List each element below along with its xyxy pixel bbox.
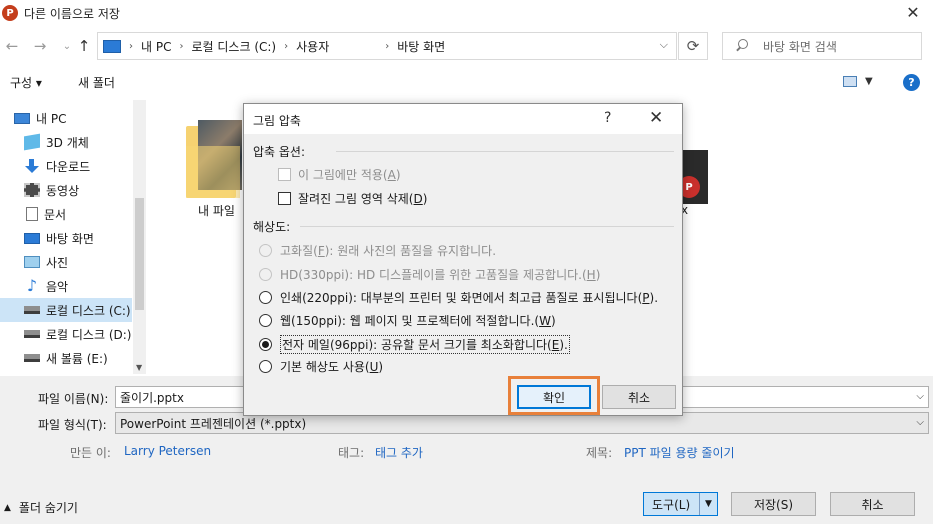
chevron-up-icon: ▲ <box>4 502 11 513</box>
address-bar[interactable]: › 내 PC › 로컬 디스크 (C:) › 사용자 › 바탕 화면 ⌵ <box>97 32 677 60</box>
scrollbar-thumb[interactable] <box>135 198 144 310</box>
radio-high-fidelity[interactable]: 고화질(F): 원래 사진의 품질을 유지합니다. <box>259 242 496 259</box>
drive-icon <box>24 330 40 338</box>
radio-hd-330ppi[interactable]: HD(330ppi): HD 디스플레이를 위한 고품질을 제공합니다.(H) <box>259 266 600 283</box>
title-bar: P 다른 이름으로 저장 ✕ <box>0 0 933 26</box>
radio-web-150ppi[interactable]: 웹(150ppi): 웹 페이지 및 프로젝터에 적절합니다.(W) <box>259 312 556 329</box>
sidebar-item-pc[interactable]: 내 PC <box>0 106 132 130</box>
window-title: 다른 이름으로 저장 <box>24 6 120 21</box>
download-icon <box>24 159 40 173</box>
3d-objects-icon <box>24 133 40 151</box>
author-value[interactable]: Larry Petersen <box>124 444 211 458</box>
sidebar-scrollbar[interactable]: ▼ <box>133 100 146 374</box>
navigation-pane: 내 PC 3D 개체 다운로드 동영상 문서 바탕 화면 사진 ♪ 음악 로컬 … <box>0 100 146 374</box>
window-close-button[interactable]: ✕ <box>901 2 925 22</box>
hide-folders-toggle[interactable]: ▲ 폴더 숨기기 <box>4 499 78 516</box>
chevron-down-icon[interactable]: ⌵ <box>916 417 924 428</box>
sidebar-item-desktop[interactable]: 바탕 화면 <box>0 226 132 250</box>
breadcrumb-users[interactable]: 사용자 <box>296 38 329 55</box>
author-label: 만든 이: <box>70 446 111 460</box>
powerpoint-icon: P <box>2 5 18 21</box>
breadcrumb-desktop[interactable]: 바탕 화면 <box>397 38 445 55</box>
pc-icon <box>14 112 30 124</box>
compress-pictures-dialog: 그림 압축 ? ✕ 압축 옵션: 이 그림에만 적용(A) 잘려진 그림 영역 … <box>243 103 683 416</box>
scroll-down-icon[interactable]: ▼ <box>136 363 142 372</box>
filename-label: 파일 이름(N): <box>38 392 109 406</box>
title-label: 제목: <box>586 446 613 460</box>
chevron-down-icon[interactable]: ▼ <box>699 493 717 515</box>
checkbox <box>278 168 291 181</box>
pc-icon <box>103 39 121 53</box>
organize-button[interactable]: 구성 ▾ <box>10 74 42 91</box>
sidebar-item-drive-e[interactable]: 새 볼륨 (E:) <box>0 346 132 370</box>
radio-default-resolution[interactable]: 기본 해상도 사용(U) <box>259 358 383 375</box>
dialog-title: 그림 압축 <box>253 114 301 128</box>
pictures-icon <box>24 256 40 268</box>
title-value[interactable]: PPT 파일 용량 줄이기 <box>624 444 735 461</box>
sidebar-item-videos[interactable]: 동영상 <box>0 178 132 202</box>
toolbar: 구성 ▾ 새 폴더 ▼ ? <box>0 68 933 98</box>
cancel-button[interactable]: 취소 <box>830 492 915 516</box>
folder-thumbnail[interactable] <box>186 118 246 198</box>
tools-button[interactable]: 도구(L) ▼ <box>643 492 718 516</box>
dialog-title-bar: 그림 압축 ? ✕ <box>244 104 682 134</box>
sidebar-item-documents[interactable]: 문서 <box>0 202 132 226</box>
forward-arrow-icon[interactable]: → <box>30 36 50 56</box>
navigation-bar: ← → ⌄ ↑ › 내 PC › 로컬 디스크 (C:) › 사용자 › 바탕 … <box>0 30 933 62</box>
search-input[interactable]: 바탕 화면 검색 <box>722 32 922 60</box>
drive-icon <box>24 354 40 362</box>
refresh-button[interactable]: ⟳ <box>678 32 708 60</box>
save-button[interactable]: 저장(S) <box>731 492 816 516</box>
resolution-group-title: 해상도: <box>253 220 291 234</box>
tags-label: 태그: <box>338 446 365 460</box>
dialog-cancel-button[interactable]: 취소 <box>602 385 676 409</box>
sidebar-item-drive-c[interactable]: 로컬 디스크 (C:) <box>0 298 132 322</box>
tags-value[interactable]: 태그 추가 <box>375 444 423 461</box>
chevron-down-icon[interactable]: ⌵ <box>916 391 924 402</box>
breadcrumb-drive[interactable]: 로컬 디스크 (C:) <box>191 38 276 55</box>
breadcrumb-pc[interactable]: 내 PC <box>141 38 171 55</box>
delete-cropped-areas-checkbox[interactable]: 잘려진 그림 영역 삭제(D) <box>278 190 427 207</box>
search-icon <box>735 39 749 53</box>
view-chevron-down-icon[interactable]: ▼ <box>865 76 873 87</box>
radio-email-96ppi[interactable]: 전자 메일(96ppi): 공유할 문서 크기를 최소화합니다(E). <box>259 335 570 354</box>
video-icon <box>24 183 40 197</box>
help-icon[interactable]: ? <box>903 74 920 91</box>
sidebar-item-downloads[interactable]: 다운로드 <box>0 154 132 178</box>
dialog-close-icon[interactable]: ✕ <box>649 108 663 128</box>
new-folder-button[interactable]: 새 폴더 <box>78 74 115 91</box>
search-placeholder: 바탕 화면 검색 <box>763 39 837 54</box>
chevron-down-icon[interactable]: ⌵ <box>660 38 668 52</box>
filetype-label: 파일 형식(T): <box>38 418 107 432</box>
sidebar-item-music[interactable]: ♪ 음악 <box>0 274 132 298</box>
document-icon <box>26 207 38 221</box>
view-options-icon[interactable] <box>843 76 857 87</box>
sidebar-item-3d-objects[interactable]: 3D 개체 <box>0 130 132 154</box>
compress-options-group-title: 압축 옵션: <box>253 145 306 159</box>
ok-button[interactable]: 확인 <box>517 385 591 409</box>
desktop-icon <box>24 232 40 244</box>
radio-print-220ppi[interactable]: 인쇄(220ppi): 대부분의 프린터 및 화면에서 최고급 품질로 표시됩니… <box>259 289 658 306</box>
sidebar-item-pictures[interactable]: 사진 <box>0 250 132 274</box>
drive-icon <box>24 306 40 314</box>
apply-only-this-checkbox[interactable]: 이 그림에만 적용(A) <box>278 166 401 183</box>
up-arrow-icon[interactable]: ↑ <box>74 36 94 56</box>
dialog-help-icon[interactable]: ? <box>604 110 611 126</box>
checkbox <box>278 192 291 205</box>
music-icon: ♪ <box>26 276 38 295</box>
sidebar-item-drive-d[interactable]: 로컬 디스크 (D:) <box>0 322 132 346</box>
folder-label[interactable]: 내 파일 <box>198 202 235 219</box>
back-arrow-icon[interactable]: ← <box>2 36 22 56</box>
